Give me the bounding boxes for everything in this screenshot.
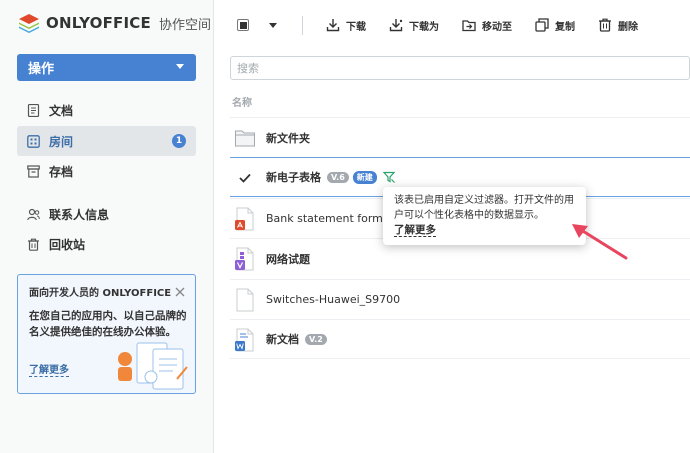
- sidebar-item-label: 文档: [49, 103, 74, 118]
- move-to-label: 移动至: [482, 21, 512, 33]
- sidebar: ONLYOFFICE 协作空间 操作 文档 房间 1 存档 联系人信息 回收站 …: [0, 0, 214, 453]
- trash-icon: [28, 238, 39, 251]
- version-badge[interactable]: V.2: [305, 334, 327, 345]
- file-name-with-tags: 新电子表格 V.6 新建: [266, 169, 395, 185]
- file-name-with-version: 新文档 V.2: [266, 331, 327, 347]
- form-file-icon: [235, 247, 254, 271]
- column-header-name[interactable]: 名称: [232, 94, 252, 109]
- promo-learn-more-link[interactable]: 了解更多: [29, 361, 69, 377]
- table-row[interactable]: 新文档 V.2: [230, 319, 690, 359]
- word-file-icon: [235, 328, 254, 352]
- rooms-icon: [27, 134, 40, 148]
- download-icon: [326, 19, 340, 32]
- trash-icon: [599, 18, 611, 32]
- chevron-down-icon: [176, 64, 184, 69]
- sidebar-item-rooms[interactable]: 房间 1: [17, 126, 196, 156]
- logo-subtitle: 协作空间: [158, 17, 211, 33]
- table-row[interactable]: 新文件夹: [230, 117, 690, 157]
- contacts-icon: [27, 208, 40, 220]
- developer-promo-banner: 面向开发人员的 ONLYOFFICE 在您自己的应用内、以自己品牌的名义提供绝佳…: [17, 274, 196, 394]
- copy-icon: [535, 18, 549, 32]
- filter-icon[interactable]: [382, 171, 395, 183]
- download-label: 下载: [346, 21, 366, 33]
- file-name: 网络试题: [266, 252, 310, 266]
- logo-text: ONLYOFFICE: [46, 14, 151, 32]
- archive-icon: [27, 164, 40, 178]
- logo[interactable]: ONLYOFFICE 协作空间: [18, 13, 211, 33]
- actions-button-label: 操作: [28, 62, 55, 77]
- sidebar-item-label: 联系人信息: [49, 207, 110, 222]
- onlyoffice-logo-icon: [19, 14, 39, 33]
- annotation-arrow-icon: [572, 224, 628, 260]
- close-icon[interactable]: [175, 287, 185, 297]
- filter-tooltip: 该表已启用自定义过滤器。打开文件的用户可以个性化表格中的数据显示。 了解更多: [383, 187, 586, 245]
- sidebar-item-archive[interactable]: 存档: [17, 156, 196, 186]
- sidebar-item-label: 存档: [49, 164, 74, 179]
- documents-illustration-icon: [118, 342, 188, 390]
- download-as-icon: [389, 19, 403, 32]
- delete-button[interactable]: 删除: [598, 18, 638, 33]
- toolbar: 下载 下载为 移动至 复制 删除: [233, 14, 638, 36]
- toolbar-divider: [302, 15, 303, 35]
- pdf-file-icon: [235, 207, 254, 231]
- table-row[interactable]: Switches-Huawei_S9700: [230, 279, 690, 319]
- file-name: 新电子表格: [266, 171, 321, 184]
- sidebar-item-trash[interactable]: 回收站: [17, 229, 196, 259]
- document-icon: [27, 103, 40, 117]
- promo-body: 在您自己的应用内、以自己品牌的名义提供绝佳的在线办公体验。: [29, 310, 187, 338]
- copy-label: 复制: [555, 21, 575, 33]
- copy-button[interactable]: 复制: [535, 18, 575, 33]
- row-checkbox-checked-icon[interactable]: [238, 171, 252, 185]
- sidebar-item-contacts[interactable]: 联系人信息: [17, 199, 196, 229]
- sidebar-item-label: 回收站: [49, 237, 86, 252]
- file-name: Switches-Huawei_S9700: [266, 293, 401, 306]
- rooms-count-badge: 1: [172, 134, 186, 148]
- move-to-button[interactable]: 移动至: [462, 18, 512, 33]
- folder-icon: [235, 130, 255, 147]
- download-as-label: 下载为: [409, 21, 439, 33]
- download-button[interactable]: 下载: [326, 18, 366, 33]
- tooltip-learn-more-link[interactable]: 了解更多: [394, 224, 436, 237]
- tooltip-text: 该表已启用自定义过滤器。打开文件的用户可以个性化表格中的数据显示。: [394, 195, 574, 221]
- sidebar-item-label: 房间: [49, 134, 74, 149]
- sidebar-item-documents[interactable]: 文档: [17, 95, 196, 125]
- delete-label: 删除: [618, 21, 638, 33]
- blank-file-icon: [236, 288, 254, 312]
- actions-button[interactable]: 操作: [17, 54, 196, 81]
- select-all-checkbox[interactable]: [237, 19, 249, 31]
- file-name: 新文件夹: [266, 131, 310, 145]
- search-placeholder: 搜索: [237, 62, 259, 75]
- download-as-button[interactable]: 下载为: [389, 18, 439, 33]
- file-name: Bank statement form: [266, 212, 383, 225]
- move-to-icon: [462, 20, 476, 32]
- version-badge[interactable]: V.6: [327, 172, 349, 183]
- promo-title: 面向开发人员的 ONLYOFFICE: [29, 288, 172, 299]
- select-options-chevron-icon[interactable]: [269, 22, 277, 28]
- file-name: 新文档: [266, 333, 299, 346]
- new-badge: 新建: [352, 171, 377, 184]
- search-input[interactable]: 搜索: [230, 56, 690, 80]
